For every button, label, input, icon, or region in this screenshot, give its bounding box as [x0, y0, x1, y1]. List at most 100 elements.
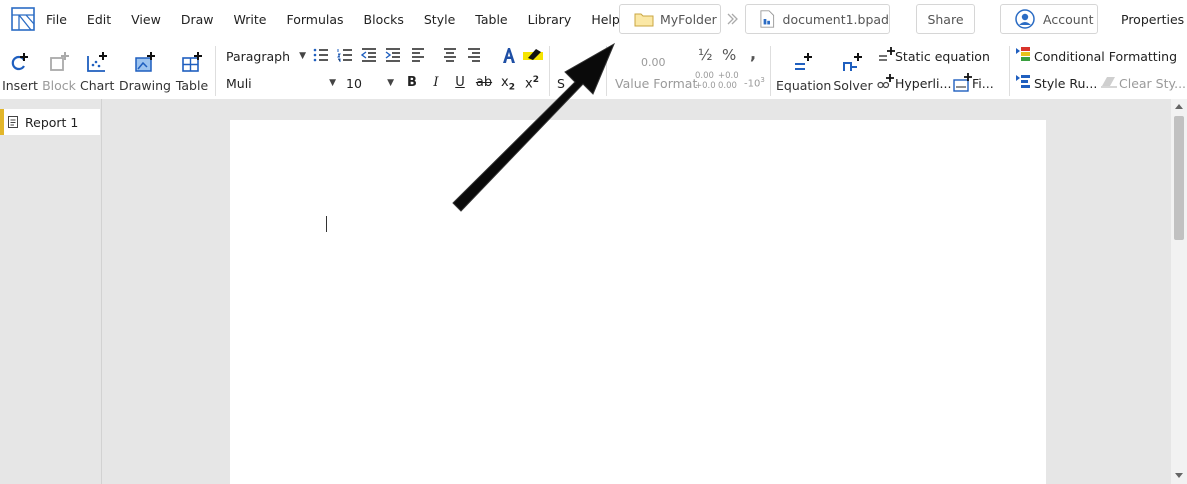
comma-format-button[interactable]: ,	[750, 44, 756, 63]
style-rules-icon	[1016, 75, 1030, 88]
font-family-select[interactable]: Muli ▼	[222, 73, 340, 93]
solver-button[interactable]: Solver	[833, 50, 873, 93]
properties-button[interactable]: Properties	[1121, 12, 1184, 27]
align-right-icon[interactable]	[467, 48, 481, 62]
scientific-base: -10	[744, 78, 761, 90]
subscript-button[interactable]: x2	[497, 75, 519, 93]
conditional-formatting-icon	[1016, 47, 1030, 61]
static-equation-icon	[879, 47, 895, 61]
drawing-icon	[135, 52, 155, 72]
chevron-down-icon: ▼	[387, 78, 394, 88]
insert-label: Insert	[2, 78, 38, 93]
menu-blocks[interactable]: Blocks	[364, 12, 404, 27]
toolbar-divider	[1009, 46, 1010, 96]
style-rules-button[interactable]: Style Ru...	[1034, 76, 1097, 91]
font-size-value: 10	[346, 75, 362, 91]
value-format-button[interactable]: Value Format	[615, 76, 697, 91]
table-label: Table	[175, 78, 209, 93]
block-button[interactable]: Block	[42, 50, 76, 93]
chevron-down-icon: ▼	[329, 78, 336, 88]
document-icon	[8, 116, 18, 128]
menu-bar: File Edit View Draw Write Formulas Block…	[46, 0, 640, 38]
align-left-icon[interactable]	[411, 48, 425, 62]
folder-button[interactable]: MyFolder	[619, 4, 721, 34]
styles-button-partial[interactable]: S	[557, 76, 565, 91]
menu-write[interactable]: Write	[233, 12, 266, 27]
chart-label: Chart	[80, 78, 115, 93]
scrollbar-thumb[interactable]	[1174, 116, 1184, 240]
value-format-preview: 0.00	[641, 56, 666, 69]
equation-label: Equation	[776, 78, 832, 93]
sidebar-tab-report-1[interactable]: Report 1	[0, 109, 100, 135]
menu-table[interactable]: Table	[475, 12, 507, 27]
figure-button[interactable]: Fi...	[972, 76, 994, 91]
top-bar: File Edit View Draw Write Formulas Block…	[0, 0, 1187, 40]
scientific-exponent: 3	[760, 76, 765, 84]
fraction-format-button[interactable]: ½	[698, 46, 713, 64]
insert-icon	[11, 53, 28, 71]
chevron-down-icon: ▼	[299, 51, 306, 61]
menu-edit[interactable]: Edit	[87, 12, 111, 27]
menu-formulas[interactable]: Formulas	[286, 12, 343, 27]
equation-button[interactable]: Equation	[776, 50, 832, 93]
clear-styles-button[interactable]: Clear Sty...	[1119, 76, 1186, 91]
document-button[interactable]: document1.bpad	[745, 4, 890, 34]
bold-button[interactable]: B	[401, 75, 423, 90]
subscript-mark: 2	[508, 82, 515, 93]
paragraph-style-value: Paragraph	[226, 48, 291, 64]
superscript-mark: 2	[532, 75, 539, 85]
percent-format-button[interactable]: %	[722, 46, 736, 64]
numbered-list-icon[interactable]	[337, 48, 353, 62]
bullet-list-icon[interactable]	[313, 48, 329, 62]
conditional-formatting-button[interactable]: Conditional Formatting	[1034, 49, 1177, 64]
toolbar-divider	[606, 46, 607, 96]
menu-draw[interactable]: Draw	[181, 12, 214, 27]
underline-button[interactable]: U	[449, 75, 471, 90]
align-center-icon[interactable]	[443, 48, 457, 62]
account-button[interactable]: Account	[1000, 4, 1098, 34]
account-label: Account	[1043, 11, 1094, 27]
insert-button[interactable]: Insert	[2, 50, 38, 93]
static-equation-button[interactable]: Static equation	[895, 49, 990, 64]
font-size-select[interactable]: 10 ▼	[342, 73, 398, 93]
share-button[interactable]: Share	[916, 4, 975, 34]
clear-styles-icon	[1101, 77, 1117, 88]
text-cursor	[326, 216, 327, 232]
chart-button[interactable]: Chart	[80, 50, 114, 93]
table-button[interactable]: Table	[175, 50, 209, 93]
decrease-decimals-button[interactable]: +0.0 0.00	[718, 71, 739, 91]
italic-button[interactable]: I	[425, 75, 447, 90]
drawing-button[interactable]: Drawing	[119, 50, 171, 93]
block-label: Block	[42, 78, 76, 93]
menu-file[interactable]: File	[46, 12, 67, 27]
hyperlink-button[interactable]: Hyperli...	[895, 76, 951, 91]
document-icon	[760, 10, 775, 28]
menu-view[interactable]: View	[131, 12, 161, 27]
font-color-icon[interactable]	[500, 46, 518, 64]
strikethrough-button[interactable]: ab	[473, 75, 495, 90]
scroll-up-icon[interactable]	[1175, 103, 1183, 109]
highlight-color-icon[interactable]	[522, 46, 544, 64]
drawing-label: Drawing	[119, 78, 171, 93]
scroll-down-icon[interactable]	[1175, 473, 1183, 479]
block-icon	[50, 52, 69, 71]
document-page[interactable]	[230, 120, 1046, 484]
sidebar-tab-label: Report 1	[25, 114, 79, 130]
solver-icon	[843, 53, 862, 71]
toolbar-divider	[549, 46, 550, 96]
increase-decimals-button[interactable]: 0.00 +0.0	[695, 71, 716, 91]
app-logo-icon[interactable]	[11, 7, 35, 31]
table-icon	[182, 52, 202, 72]
superscript-button[interactable]: x2	[521, 75, 543, 91]
menu-help[interactable]: Help	[591, 12, 620, 27]
paragraph-style-select[interactable]: Paragraph ▼	[222, 46, 310, 66]
scientific-format-button[interactable]: -103	[744, 76, 765, 89]
outdent-icon[interactable]	[361, 48, 377, 62]
folder-icon	[634, 13, 654, 27]
menu-library[interactable]: Library	[528, 12, 572, 27]
figure-icon	[953, 73, 972, 92]
vertical-scrollbar[interactable]	[1171, 99, 1187, 484]
sidebar: Report 1	[0, 99, 102, 484]
menu-style[interactable]: Style	[424, 12, 455, 27]
indent-icon[interactable]	[385, 48, 401, 62]
